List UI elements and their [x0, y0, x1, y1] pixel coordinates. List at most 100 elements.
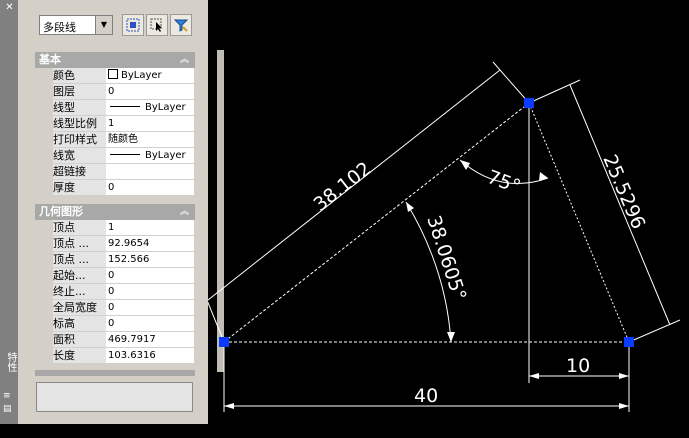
- property-value-text: 0: [108, 182, 115, 193]
- property-value[interactable]: 1: [106, 220, 194, 235]
- row-gutter: [35, 348, 53, 364]
- property-row[interactable]: 起始... 0: [35, 268, 195, 284]
- property-row[interactable]: 顶点 ... 92.9654: [35, 236, 195, 252]
- polyline-edge-left[interactable]: [223, 102, 530, 343]
- property-value-text: 0: [108, 286, 115, 297]
- dim-text-offset: 10: [566, 355, 590, 377]
- property-value[interactable]: 0: [106, 84, 194, 99]
- toggle-pickadd-button[interactable]: [122, 14, 144, 36]
- property-label: 超链接: [53, 164, 106, 179]
- group-header[interactable]: 几何图形 ︽: [35, 204, 195, 220]
- arrowhead: [406, 202, 414, 212]
- row-gutter: [35, 284, 53, 300]
- property-label: 打印样式: [53, 132, 106, 147]
- collapse-icon[interactable]: ︽: [180, 52, 189, 68]
- palette-menu-icon[interactable]: ▤: [3, 405, 14, 414]
- property-label: 图层: [53, 84, 106, 99]
- property-value[interactable]: ByLayer: [106, 100, 194, 115]
- property-label: 顶点 ...: [53, 252, 106, 267]
- quick-select-button[interactable]: [170, 14, 192, 36]
- object-type-value: 多段线: [43, 21, 76, 34]
- property-label: 全局宽度: [53, 300, 106, 315]
- property-value-text: 1: [108, 118, 115, 129]
- dim-text-top-angle: 75°: [484, 166, 523, 198]
- property-value[interactable]: 0: [106, 284, 194, 299]
- property-row[interactable]: 终止... 0: [35, 284, 195, 300]
- property-label: 顶点 ...: [53, 236, 106, 251]
- property-value[interactable]: 1: [106, 116, 194, 131]
- property-row[interactable]: 打印样式 随颜色: [35, 132, 195, 148]
- property-row[interactable]: 面积 469.7917: [35, 332, 195, 348]
- property-value-text: 0: [108, 270, 115, 281]
- property-row[interactable]: 线型 ByLayer: [35, 100, 195, 116]
- group-header-misc[interactable]: [35, 370, 195, 376]
- property-row[interactable]: 顶点 ... 152.566: [35, 252, 195, 268]
- property-value[interactable]: 103.6316: [106, 348, 194, 363]
- row-gutter: [35, 164, 53, 180]
- property-row[interactable]: 线型比例 1: [35, 116, 195, 132]
- row-gutter: [35, 316, 53, 332]
- color-swatch-icon: [108, 69, 118, 79]
- collapse-icon[interactable]: ︽: [180, 204, 189, 220]
- chevron-down-icon[interactable]: ▼: [95, 16, 112, 34]
- property-value[interactable]: [106, 164, 194, 179]
- property-group: [35, 370, 195, 376]
- group-title: 几何图形: [39, 205, 83, 218]
- dim-text-right-side: 25.5296: [598, 151, 649, 232]
- property-value-text: 92.9654: [108, 238, 150, 249]
- property-value[interactable]: 0: [106, 300, 194, 315]
- property-group: 基本 ︽ 颜色 ByLayer 图层 0 线型 ByLayer 线型比例 1 打印样式 随颜色 线宽 By…: [35, 52, 195, 196]
- property-row[interactable]: 长度 103.6316: [35, 348, 195, 364]
- description-box: [36, 382, 193, 412]
- property-row[interactable]: 标高 0: [35, 316, 195, 332]
- line-sample-icon: [110, 106, 140, 107]
- select-objects-icon: [150, 18, 162, 32]
- line-sample-icon: [110, 154, 140, 155]
- property-value[interactable]: 0: [106, 180, 194, 195]
- property-row[interactable]: 全局宽度 0: [35, 300, 195, 316]
- polyline-edge-right[interactable]: [528, 102, 630, 343]
- property-value-text: 152.566: [108, 254, 150, 265]
- property-value-text: 0: [108, 86, 115, 97]
- property-value[interactable]: ByLayer: [106, 68, 194, 83]
- property-row[interactable]: 超链接: [35, 164, 195, 180]
- property-label: 长度: [53, 348, 106, 363]
- property-value[interactable]: 0: [106, 268, 194, 283]
- arrowhead: [619, 373, 629, 379]
- property-row[interactable]: 图层 0: [35, 84, 195, 100]
- property-label: 厚度: [53, 180, 106, 195]
- property-value[interactable]: 469.7917: [106, 332, 194, 347]
- grip-vertex[interactable]: [219, 337, 229, 347]
- property-value-text: 1: [108, 222, 115, 233]
- close-icon[interactable]: ✕: [5, 3, 14, 13]
- grip-vertex[interactable]: [524, 98, 534, 108]
- palette-title-bar[interactable]: ✕ ≡ ▤ 特性: [0, 0, 18, 424]
- property-row[interactable]: 线宽 ByLayer: [35, 148, 195, 164]
- select-objects-button[interactable]: [146, 14, 168, 36]
- row-gutter: [35, 220, 53, 236]
- arrowhead: [619, 403, 629, 409]
- property-group: 几何图形 ︽ 顶点 1 顶点 ... 92.9654 顶点 ... 152.566 起始... 0…: [35, 204, 195, 364]
- property-value-text: ByLayer: [145, 102, 186, 113]
- quick-select-icon: [174, 19, 188, 32]
- property-value[interactable]: ByLayer: [106, 148, 194, 163]
- grip-vertex[interactable]: [624, 337, 634, 347]
- dim-text-base: 40: [414, 385, 438, 407]
- palette-title: 特性: [5, 352, 16, 372]
- property-value[interactable]: 0: [106, 316, 194, 331]
- property-value-text: 0: [108, 302, 115, 313]
- object-type-select[interactable]: 多段线 ▼: [39, 15, 113, 35]
- property-value-text: 随颜色: [108, 134, 138, 145]
- properties-panel: 多段线 ▼ 基本 ︽ 颜色 ByLayer 图层 0 线型 ByLayer 线型比例 1 打印样式随…: [22, 0, 224, 424]
- property-row[interactable]: 颜色 ByLayer: [35, 68, 195, 84]
- property-value[interactable]: 随颜色: [106, 132, 194, 147]
- auto-hide-icon[interactable]: ≡: [3, 392, 14, 401]
- property-value[interactable]: 92.9654: [106, 236, 194, 251]
- property-row[interactable]: 顶点 1: [35, 220, 195, 236]
- property-value[interactable]: 152.566: [106, 252, 194, 267]
- properties-palette: ✕ ≡ ▤ 特性 多段线 ▼ 基本 ︽ 颜色 ByLayer 图层 0 线型 B…: [0, 0, 224, 424]
- drawing-canvas[interactable]: 38.102 25.5296 75° 38.0605° 10 40: [208, 0, 689, 438]
- row-gutter: [35, 180, 53, 196]
- group-header[interactable]: 基本 ︽: [35, 52, 195, 68]
- property-row[interactable]: 厚度 0: [35, 180, 195, 196]
